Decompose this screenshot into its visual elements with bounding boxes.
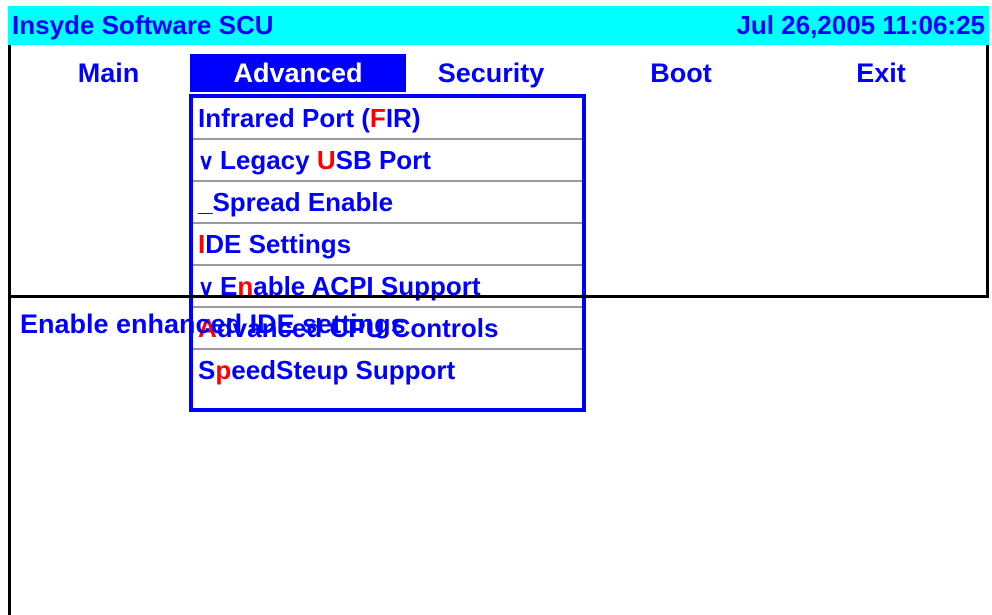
checkmark-icon: ∨	[198, 149, 215, 174]
tab-boot-label: Boot	[650, 58, 712, 88]
item-text: S	[198, 355, 216, 385]
item-text: DE Settings	[205, 229, 352, 259]
menu-item-speedsteup-support[interactable]: SpeedSteup Support	[193, 350, 582, 392]
hotkey-letter: p	[215, 355, 232, 385]
tab-exit[interactable]: Exit	[811, 54, 951, 92]
menu-item-spread-enable[interactable]: _Spread Enable	[193, 182, 582, 224]
tab-main[interactable]: Main	[51, 54, 166, 92]
item-text: Legacy	[220, 145, 317, 175]
checkmark-icon: ∨	[198, 275, 215, 300]
tab-boot[interactable]: Boot	[621, 54, 741, 92]
title-bar: Insyde Software SCU Jul 26,2005 11:06:25	[8, 6, 989, 45]
menu-item-enable-acpi-support[interactable]: ∨ Enable ACPI Support	[193, 266, 582, 308]
item-text: _Spread Enable	[198, 187, 394, 217]
tab-exit-label: Exit	[856, 58, 906, 88]
menu-bar: Main Advanced Security Boot Exit	[11, 48, 986, 94]
date-time: Jul 26,2005 11:06:25	[736, 10, 985, 40]
app-title: Insyde Software SCU	[12, 10, 274, 40]
help-text: Enable enhanced IDE settings	[20, 309, 406, 339]
item-text: eedSteup Support	[231, 355, 456, 385]
help-divider	[8, 295, 989, 298]
hotkey-letter: F	[369, 103, 386, 133]
tab-security-label: Security	[437, 58, 545, 88]
hotkey-letter: U	[316, 145, 336, 175]
tab-advanced-label: Advanced	[233, 58, 363, 88]
menu-item-legacy-usb-port[interactable]: ∨ Legacy USB Port	[193, 140, 582, 182]
tab-main-label: Main	[77, 58, 140, 88]
right-border	[986, 6, 989, 296]
menu-item-infrared-port[interactable]: Infrared Port (FIR)	[193, 98, 582, 140]
tab-security[interactable]: Security	[416, 54, 566, 92]
advanced-dropdown-menu: Infrared Port (FIR) ∨ Legacy USB Port _Sp…	[189, 94, 586, 412]
item-text: Infrared Port (	[198, 103, 370, 133]
item-text: IR)	[385, 103, 421, 133]
menu-item-ide-settings[interactable]: IDE Settings	[193, 224, 582, 266]
left-border	[8, 6, 11, 615]
item-text: SB Port	[335, 145, 431, 175]
tab-advanced[interactable]: Advanced	[190, 54, 406, 92]
